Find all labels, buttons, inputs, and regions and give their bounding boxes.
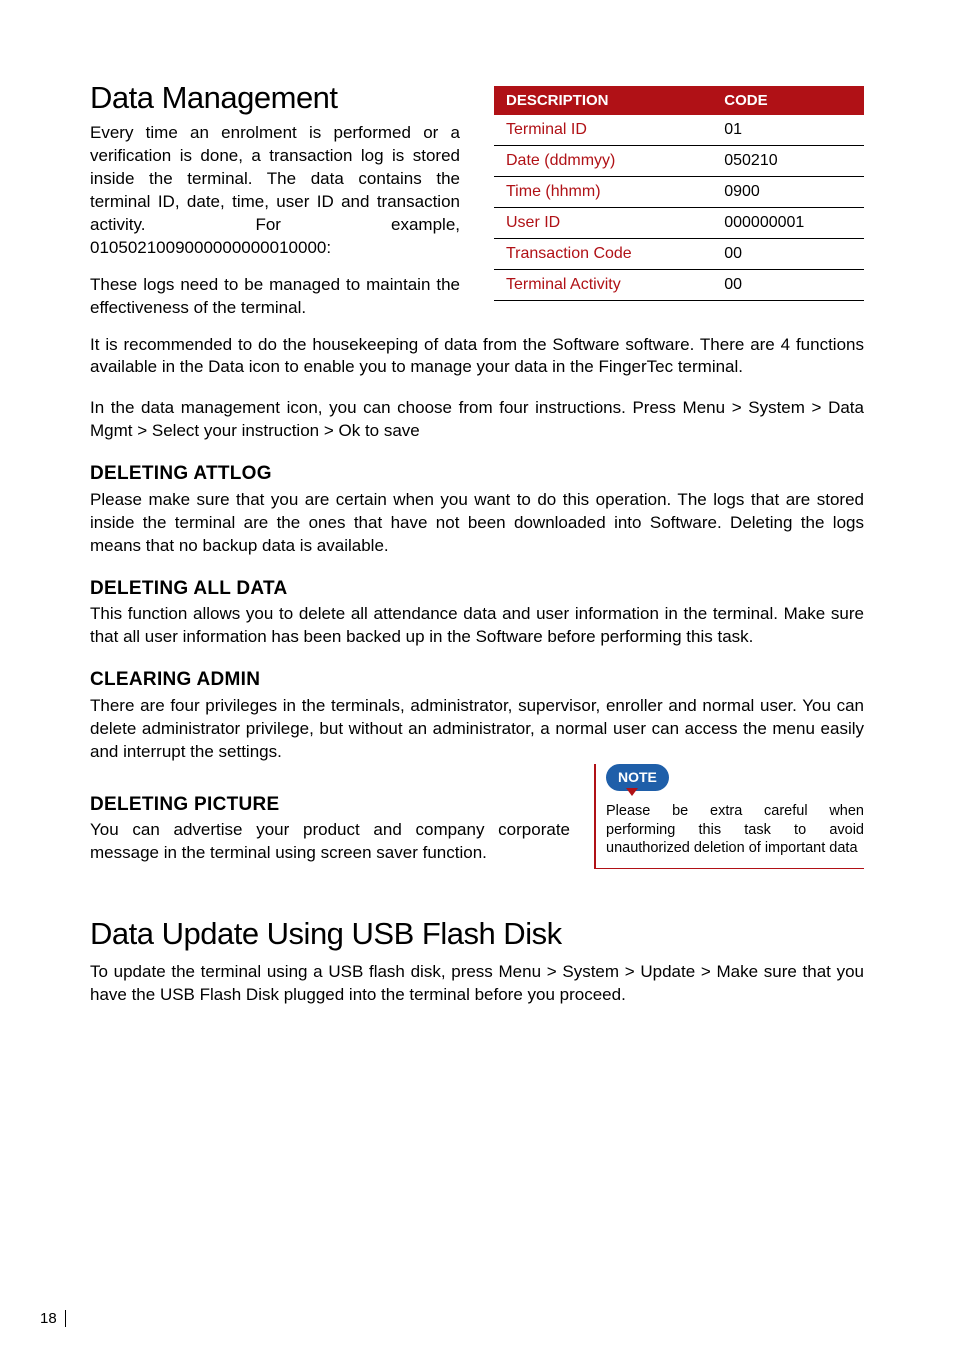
heading-data-update-usb: Data Update Using USB Flash Disk xyxy=(90,913,864,955)
cell-desc: Terminal ID xyxy=(494,115,712,146)
paragraph-instructions: In the data management icon, you can cho… xyxy=(90,397,864,443)
note-text: Please be extra careful when performing … xyxy=(606,802,864,859)
deleting-picture-row: DELETING PICTURE You can advertise your … xyxy=(90,782,864,884)
paragraph-deleting-attlog: Please make sure that you are certain wh… xyxy=(90,489,864,558)
cell-code: 01 xyxy=(712,115,864,146)
paragraph-recommend: It is recommended to do the housekeeping… xyxy=(90,334,864,380)
paragraph-deleting-all-data: This function allows you to delete all a… xyxy=(90,603,864,649)
paragraph-usb: To update the terminal using a USB flash… xyxy=(90,961,864,1007)
cell-desc: User ID xyxy=(494,208,712,239)
deleting-picture-left: DELETING PICTURE You can advertise your … xyxy=(90,782,570,884)
table-header-code: CODE xyxy=(712,86,864,115)
top-section: Data Management Every time an enrolment … xyxy=(90,80,864,320)
page-number: 18 xyxy=(40,1310,66,1327)
intro-left-column: Every time an enrolment is performed or … xyxy=(90,122,460,320)
cell-code: 00 xyxy=(712,239,864,270)
table-row: Terminal ID01 xyxy=(494,115,864,146)
cell-code: 050210 xyxy=(712,146,864,177)
cell-code: 00 xyxy=(712,270,864,301)
table-row: Transaction Code00 xyxy=(494,239,864,270)
cell-desc: Terminal Activity xyxy=(494,270,712,301)
table-row: Time (hhmm)0900 xyxy=(494,177,864,208)
cell-code: 000000001 xyxy=(712,208,864,239)
table-row: Date (ddmmyy)050210 xyxy=(494,146,864,177)
paragraph-clearing-admin: There are four privileges in the termina… xyxy=(90,695,864,764)
subhead-clearing-admin: CLEARING ADMIN xyxy=(90,667,864,693)
table-header-description: DESCRIPTION xyxy=(494,86,712,115)
note-box: NOTE Please be extra careful when perfor… xyxy=(594,764,864,870)
subhead-deleting-picture: DELETING PICTURE xyxy=(90,792,570,818)
code-table: DESCRIPTION CODE Terminal ID01 Date (ddm… xyxy=(494,86,864,301)
table-row: User ID000000001 xyxy=(494,208,864,239)
subhead-deleting-all-data: DELETING ALL DATA xyxy=(90,576,864,602)
note-label: NOTE xyxy=(606,764,669,791)
note-label-wrap: NOTE xyxy=(606,764,864,798)
code-table-wrap: DESCRIPTION CODE Terminal ID01 Date (ddm… xyxy=(494,86,864,301)
cell-desc: Transaction Code xyxy=(494,239,712,270)
intro-paragraph-1: Every time an enrolment is performed or … xyxy=(90,122,460,260)
full-width-body: It is recommended to do the housekeeping… xyxy=(90,334,864,1007)
subhead-deleting-attlog: DELETING ATTLOG xyxy=(90,461,864,487)
intro-paragraph-2: These logs need to be managed to maintai… xyxy=(90,274,460,320)
note-tail-icon xyxy=(626,788,638,796)
cell-code: 0900 xyxy=(712,177,864,208)
table-row: Terminal Activity00 xyxy=(494,270,864,301)
cell-desc: Date (ddmmyy) xyxy=(494,146,712,177)
paragraph-deleting-picture: You can advertise your product and compa… xyxy=(90,819,570,865)
cell-desc: Time (hhmm) xyxy=(494,177,712,208)
